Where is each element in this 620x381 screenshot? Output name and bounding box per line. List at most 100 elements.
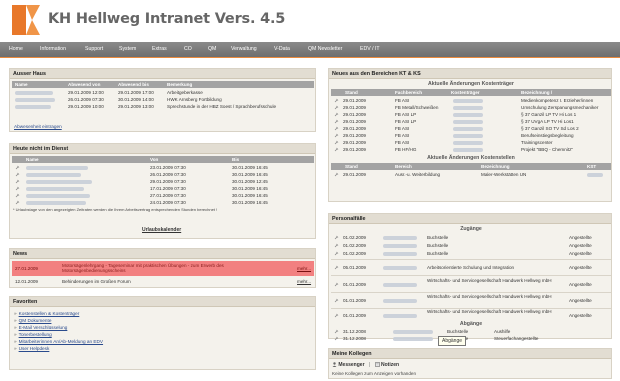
messenger-tab[interactable]: Messenger [338,362,364,368]
redacted-name [26,200,86,205]
kostenstellen-subheading: Aktuelle Änderungen Kostenstellen [427,155,515,161]
favorite-item[interactable]: » Kostenstellen & Kostenträger [14,311,79,316]
table-row[interactable]: 05.01.2009 Arbeitsorientierte Schulung u… [331,263,611,272]
favoriten-panel: Favoriten » Kostenstellen & Kostenträger … [9,296,316,370]
redacted-person [393,329,433,334]
arrow-icon: » [14,346,17,351]
table-row[interactable]: 31.12.2008 Buchstelle Aushilfe [331,328,611,335]
table-row[interactable]: 31.12.2008 Buchstelle Steuerfachangestel… [331,335,611,342]
ausser-haus-title: Ausser Haus [10,69,315,79]
pin-icon [334,298,339,303]
table-row[interactable]: 29.01.2009 FB ASI LP § 37 Ganzil LP TV H… [331,111,611,118]
nav-support[interactable]: Support [85,46,103,52]
pin-icon [334,243,339,248]
table-row[interactable]: 26.01.2009 07:30 30.01.2009 16:45 [12,171,314,178]
news-panel: News 27.01.2009 Motorsägenlehrgang - Tag… [9,248,316,288]
notizen-tab[interactable]: Notizen [381,362,399,368]
redacted-name [15,97,55,102]
news-text: Behinderungen im Großen Forum [62,279,131,284]
abwesenheit-eintragen-link[interactable]: Abwesenheit eintragen [14,124,62,129]
news-date: 27.01.2009 [15,266,38,271]
nav-qm-newsletter[interactable]: QM Newsletter [308,46,342,52]
heute-nicht-panel: Heute nicht im Dienst Name Von Bis 23.01… [9,143,316,239]
favorite-item[interactable]: » User Helpdesk [14,346,49,351]
pin-icon [334,251,339,256]
table-row[interactable]: 23.01.2009 07:30 30.01.2009 16:45 [12,164,314,171]
table-row[interactable]: 01.02.2009 Buchstelle Angestellte [331,234,611,241]
table-row[interactable]: 27.01.2009 07:30 30.01.2009 16:45 [12,192,314,199]
favorite-item[interactable]: » Tonerbestellung [14,332,52,337]
favorite-item[interactable]: » QM Dokumente [14,318,51,323]
redacted-kostentraeger [453,112,483,117]
nav-home[interactable]: Home [9,46,23,52]
col-abwesend-von: Abwesend von [68,82,101,87]
divider [331,259,611,260]
pin-icon [334,235,339,240]
table-row[interactable]: 29.01.2009 FB ASI Trainingscenter [331,139,611,146]
pin-icon [334,126,339,131]
news-more-link[interactable]: mehr... [297,266,311,271]
notes-icon [374,362,380,367]
col-bis: Bis [232,157,240,162]
redacted-kostentraeger [453,119,483,124]
personalfaelle-panel: Personalfälle Zugänge 01.02.2009 Buchste… [328,213,612,342]
table-row[interactable]: 29.01.2009 FB ASI Berufseinstiegsbegleit… [331,132,611,139]
nav-co[interactable]: CO [184,46,192,52]
table-row[interactable]: 29.01.2009 FB ASI LP § 37 UVgA LP TV Hi … [331,118,611,125]
nav-information[interactable]: Information [40,46,66,52]
redacted-person [383,299,417,303]
table-row[interactable]: 29.01.2009 FB HF/HG Projekt "BBQ - Chemn… [331,146,611,153]
neues-bereichen-title: Neues aus den Bereichen KT & KS [329,69,611,79]
table-row[interactable]: 29.01.2009 07:30 30.01.2009 12:45 [12,178,314,185]
pin-icon [15,193,20,198]
col-name: Name [15,82,28,87]
table-row[interactable]: 29.01.2009 Ausr.-u. Weiterbildung Maler-… [331,171,611,178]
redacted-person [383,243,417,248]
main-navigation: Home Information Support System Extras C… [0,42,620,58]
nav-qm[interactable]: QM [208,46,216,52]
news-more-link[interactable]: mehr... [297,279,311,284]
header: KH Hellweg Intranet Vers. 4.5 [0,0,620,42]
neues-bereichen-panel: Neues aus den Bereichen KT & KS Aktuelle… [328,68,612,202]
urlaubskalender-link[interactable]: Urlaubskalender [142,227,181,233]
personalfaelle-title: Personalfälle [329,214,611,224]
nav-system[interactable]: System [119,46,136,52]
table-row: 29.01.2009 10:00 29.01.2009 13:00 Sprech… [12,103,314,110]
redacted-kostentraeger [453,147,483,152]
user-icon [332,362,337,368]
table-row[interactable]: 01.01.2009 Wirtschafts- und Servicegesel… [331,294,611,306]
app-title: KH Hellweg Intranet Vers. 4.5 [48,11,286,27]
nav-edv-it[interactable]: EDV / IT [360,46,380,52]
news-item-highlighted[interactable]: 27.01.2009 Motorsägenlehrgang - Tagesemi… [12,261,314,276]
ausser-haus-panel: Ausser Haus Name Abwesend von Abwesend b… [9,68,316,132]
table-row[interactable]: 01.02.2009 Buchstelle Angestellte [331,242,611,249]
col-von: Von [150,157,159,162]
nav-extras[interactable]: Extras [152,46,167,52]
table-row[interactable]: 24.01.2009 07:30 30.01.2009 16:45 [12,199,314,206]
heute-nicht-title: Heute nicht im Dienst [10,144,315,154]
nav-v-data[interactable]: V-Data [274,46,290,52]
table-row[interactable]: 17.01.2009 07:30 30.01.2009 16:45 [12,185,314,192]
news-title: News [10,249,315,259]
table-row[interactable]: 01.01.2009 Wirtschafts- und Servicegesel… [331,278,611,290]
tooltip: Abgänge [438,336,467,346]
pin-icon [334,313,339,318]
table-row[interactable]: 01.01.2009 Wirtschafts- und Servicegesel… [331,309,611,321]
nav-verwaltung[interactable]: Verwaltung [231,46,257,52]
kollegen-status: Keine Kollegen zum Anzeigen vorhanden [332,371,417,376]
table-row[interactable]: 29.01.2009 FB ASI Medienkompetenz I. Erz… [331,97,611,104]
tab-separator: | [368,362,371,368]
pin-icon [334,147,339,152]
table-row[interactable]: 29.01.2009 FB ASI § 37 Ganzil SO TV Sd L… [331,125,611,132]
table-row[interactable]: 29.01.2009 FB Metall/Schweißen Umschulun… [331,104,611,111]
redacted-person [383,251,417,256]
zugaenge-subheading: Zugänge [460,226,482,232]
kollegen-title: Meine Kollegen [329,349,611,359]
favorite-item[interactable]: » Mitarbeiterinnen An/Ab-Meldung an EDV [14,339,103,344]
col-name: Name [26,157,39,162]
table-row[interactable]: 01.02.2009 Buchstelle Angestellte [331,250,611,257]
news-item[interactable]: 12.01.2009 Behinderungen im Großen Forum… [12,278,314,285]
heute-nicht-header: Name Von Bis [12,156,314,163]
favorite-item[interactable]: » E-Mail Verschlüsselung [14,325,67,330]
pin-icon [15,186,20,191]
